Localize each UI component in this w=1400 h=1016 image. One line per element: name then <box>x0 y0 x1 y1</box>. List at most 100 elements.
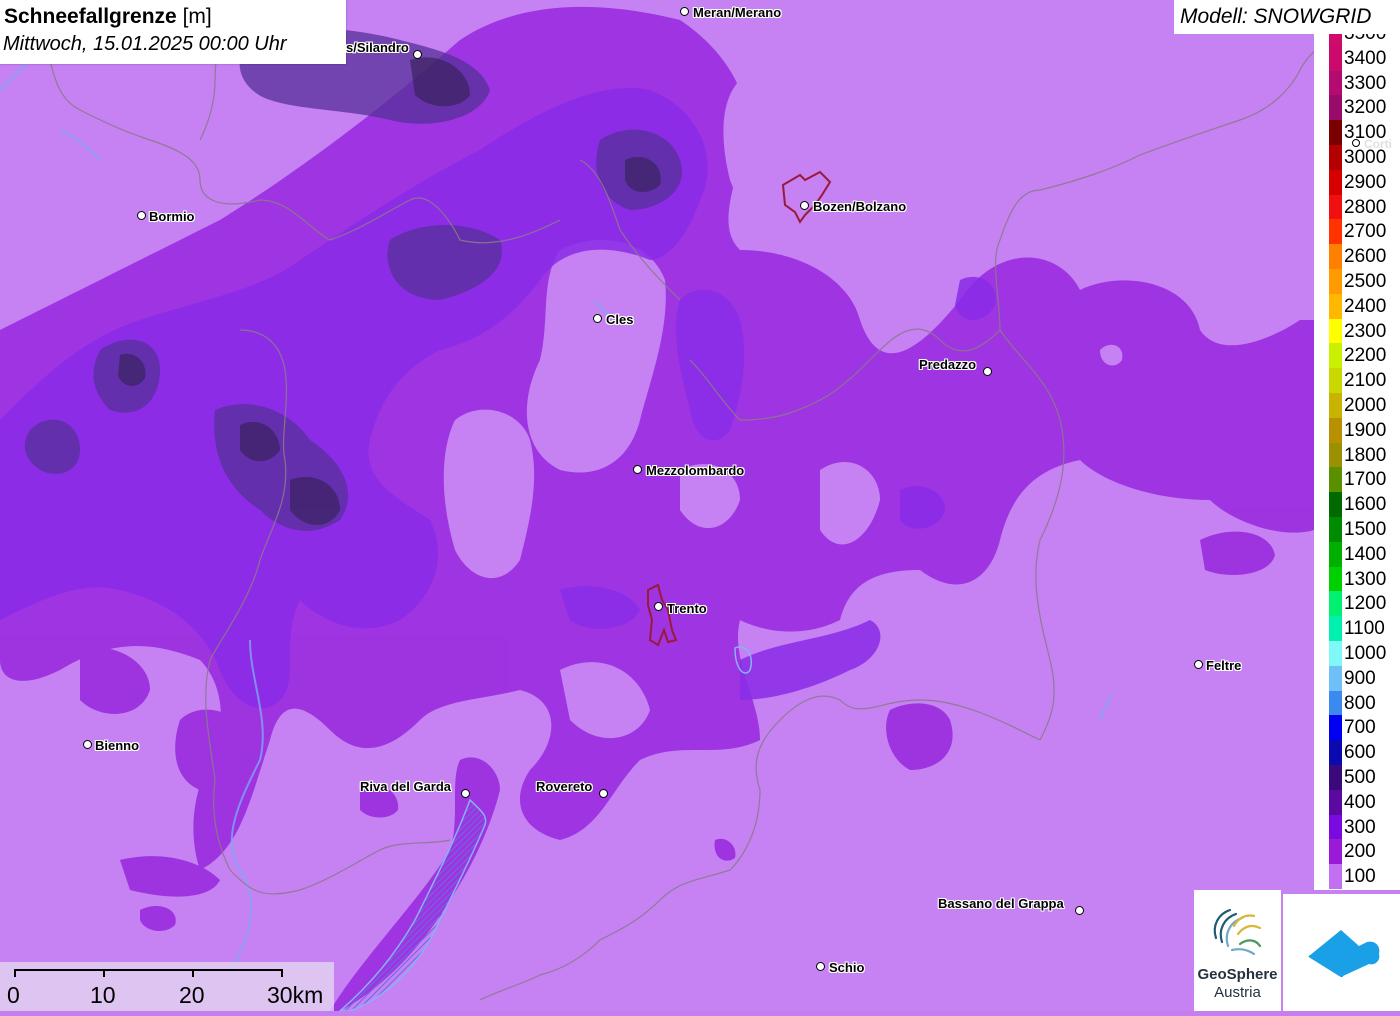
scale-label: 20 <box>179 982 205 1008</box>
legend-item: 1600 <box>1314 492 1400 517</box>
legend-swatch <box>1329 566 1342 592</box>
legend-item: 2000 <box>1314 393 1400 418</box>
legend-label: 2200 <box>1344 345 1387 367</box>
legend-label: 2100 <box>1344 370 1387 392</box>
legend-swatch <box>1329 740 1342 765</box>
cloud-arrow-icon <box>1308 930 1380 977</box>
legend-item: 2700 <box>1314 219 1400 245</box>
geosphere-emblem-icon <box>1213 908 1262 956</box>
legend-label: 500 <box>1344 767 1376 788</box>
city-label-silandro[interactable]: s/Silandro <box>346 40 409 55</box>
legend-swatch <box>1329 765 1342 790</box>
legend-swatch <box>1329 45 1342 71</box>
city-label-bormio[interactable]: Bormio <box>149 209 195 224</box>
legend-swatch <box>1329 70 1342 96</box>
legend-label: 1700 <box>1344 469 1387 491</box>
legend-item: 2400 <box>1314 293 1400 319</box>
city-label-cles[interactable]: Cles <box>606 312 633 327</box>
legend-label: 700 <box>1344 717 1376 739</box>
legend-swatch <box>1329 467 1342 493</box>
city-dot <box>593 314 602 323</box>
city-dot <box>1352 139 1360 147</box>
scale-label: 0 <box>7 982 20 1008</box>
legend-label: 2400 <box>1344 295 1387 317</box>
legend-item: 300 <box>1314 814 1400 840</box>
legend-item: 1200 <box>1314 591 1400 617</box>
legend-label: 2900 <box>1344 171 1387 193</box>
legend-item: 3400 <box>1314 45 1400 71</box>
color-legend: 3500340033003200310030002900280027002600… <box>1314 34 1400 890</box>
legend-item: 700 <box>1314 715 1400 741</box>
geosphere-logo[interactable]: GeoSphere Austria <box>1194 890 1281 1011</box>
legend-swatch <box>1329 219 1342 245</box>
legend-item: 400 <box>1314 789 1400 815</box>
city-label-schio[interactable]: Schio <box>829 960 864 975</box>
logo-text-austria: Austria <box>1214 984 1261 1001</box>
legend-item: 2300 <box>1314 318 1400 344</box>
legend-item: 600 <box>1314 740 1400 765</box>
scale-tick <box>281 969 283 977</box>
city-label-mezzolombardo[interactable]: Mezzolombardo <box>646 463 744 478</box>
legend-item: 500 <box>1314 765 1400 790</box>
snowfall-line-map[interactable] <box>0 0 1400 1011</box>
legend-swatch <box>1329 442 1342 468</box>
city-label-riva[interactable]: Riva del Garda <box>360 779 451 794</box>
legend-item: 1100 <box>1314 616 1400 641</box>
legend-item: 3200 <box>1314 95 1400 121</box>
legend-label: 600 <box>1344 742 1376 764</box>
weather-app-logo[interactable] <box>1283 894 1400 1011</box>
city-label-feltre[interactable]: Feltre <box>1206 658 1241 673</box>
legend-label: 3200 <box>1344 97 1387 119</box>
logo-text-geosphere: GeoSphere <box>1197 966 1278 983</box>
legend-swatch <box>1329 120 1342 145</box>
legend-swatch <box>1329 318 1342 344</box>
legend-label: 2300 <box>1344 320 1387 342</box>
legend-item: 1000 <box>1314 641 1400 666</box>
legend-swatch <box>1329 517 1342 542</box>
legend-item: 1300 <box>1314 566 1400 592</box>
city-label-cortina[interactable]: Corti <box>1364 137 1392 151</box>
legend-item: 1800 <box>1314 442 1400 468</box>
legend-item: 2200 <box>1314 343 1400 369</box>
legend-label: 3300 <box>1344 72 1387 94</box>
city-dot <box>800 201 809 210</box>
legend-swatch <box>1329 368 1342 393</box>
city-label-rovereto[interactable]: Rovereto <box>536 779 592 794</box>
legend-label: 2600 <box>1344 246 1387 268</box>
legend-label: 100 <box>1344 866 1376 888</box>
legend-label: 2700 <box>1344 221 1387 243</box>
city-label-predazzo[interactable]: Predazzo <box>919 357 976 372</box>
legend-label: 3400 <box>1344 47 1387 69</box>
legend-item: 3500 <box>1314 34 1400 46</box>
legend-label: 900 <box>1344 667 1376 689</box>
legend-item: 1400 <box>1314 541 1400 567</box>
legend-swatch <box>1329 789 1342 815</box>
city-label-bienno[interactable]: Bienno <box>95 738 139 753</box>
model-panel: Modell: SNOWGRID <box>1174 0 1400 34</box>
legend-item: 3300 <box>1314 70 1400 96</box>
city-dot <box>1194 660 1203 669</box>
city-label-meran[interactable]: Meran/Merano <box>693 5 781 20</box>
city-dot <box>83 740 92 749</box>
city-label-bassano[interactable]: Bassano del Grappa <box>938 896 1064 911</box>
legend-item: 100 <box>1314 864 1400 889</box>
city-dot <box>654 602 663 611</box>
city-dot <box>633 465 642 474</box>
legend-label: 3500 <box>1344 34 1386 44</box>
legend-swatch <box>1329 169 1342 195</box>
city-label-trento[interactable]: Trento <box>667 601 707 616</box>
map-title: Schneefallgrenze [m] <box>4 5 212 29</box>
legend-label: 1400 <box>1344 543 1387 565</box>
legend-label: 3000 <box>1344 147 1387 168</box>
legend-item: 2500 <box>1314 269 1400 294</box>
legend-label: 400 <box>1344 791 1376 813</box>
scale-tick <box>192 969 194 977</box>
title-variable: Schneefallgrenze <box>4 5 177 28</box>
city-label-bozen[interactable]: Bozen/Bolzano <box>813 199 906 214</box>
title-unit: [m] <box>182 5 212 28</box>
legend-item: 2800 <box>1314 194 1400 220</box>
legend-label: 1200 <box>1344 593 1387 615</box>
legend-swatch <box>1329 541 1342 567</box>
legend-swatch <box>1329 690 1342 716</box>
scale-tick <box>103 969 105 977</box>
